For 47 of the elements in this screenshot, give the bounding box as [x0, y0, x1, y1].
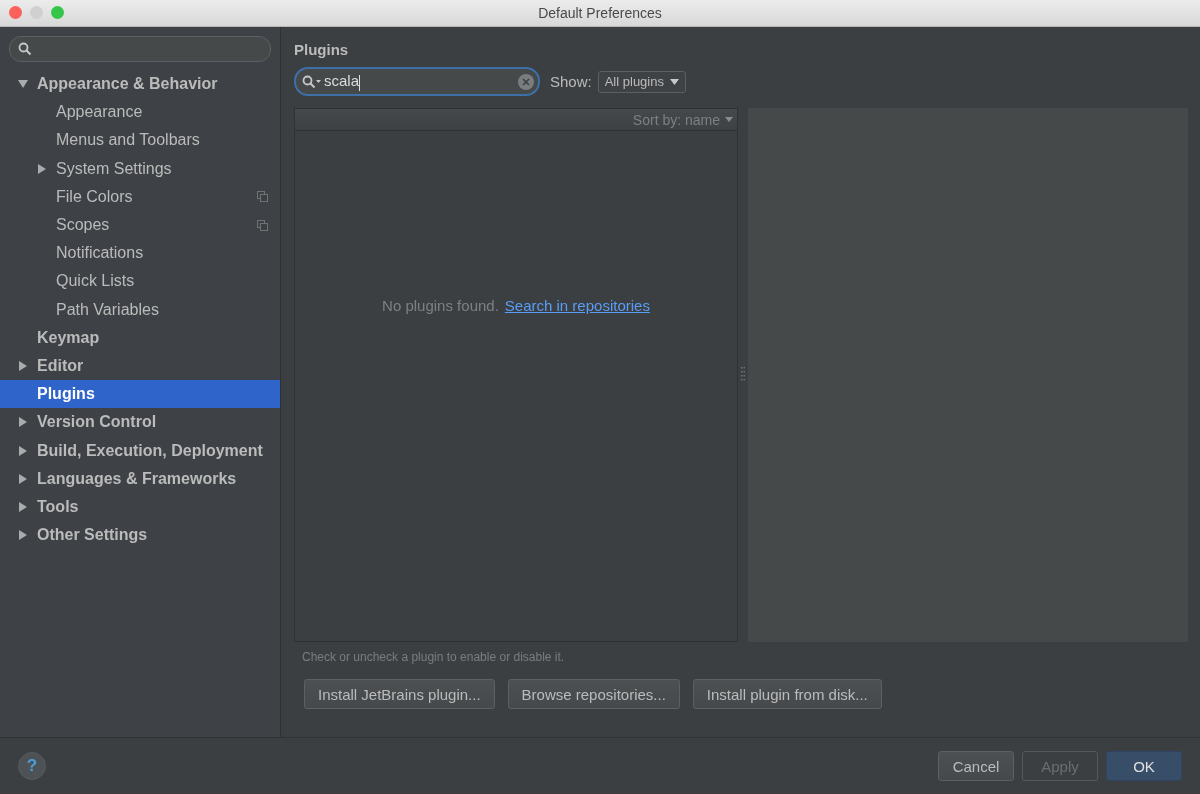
close-button[interactable] [9, 6, 22, 19]
search-icon [18, 42, 32, 56]
tree-item[interactable]: Version Control [0, 408, 280, 437]
tree-item[interactable]: Editor [0, 351, 280, 381]
tree-item[interactable]: Path Variables [0, 295, 280, 324]
tree-item[interactable]: Keymap [0, 323, 280, 352]
tree-item[interactable]: Languages & Frameworks [0, 464, 280, 493]
collapsed-arrow-icon[interactable] [18, 417, 28, 428]
collapsed-arrow-icon[interactable] [18, 445, 28, 456]
tree-item[interactable]: Quick Lists [0, 267, 280, 296]
window-title: Default Preferences [538, 5, 662, 21]
search-text: scala [324, 72, 360, 90]
ok-button[interactable]: OK [1106, 751, 1182, 781]
expanded-arrow-icon[interactable] [18, 79, 28, 90]
tree-item[interactable]: Build, Execution, Deployment [0, 436, 280, 465]
show-label: Show: [550, 73, 592, 90]
tree-item[interactable]: Other Settings [0, 521, 280, 550]
collapsed-arrow-icon[interactable] [18, 473, 28, 484]
tree-item[interactable]: Appearance [0, 98, 280, 127]
search-repositories-link[interactable]: Search in repositories [504, 297, 650, 314]
search-field[interactable] [9, 36, 271, 62]
collapsed-arrow-icon[interactable] [18, 530, 28, 541]
help-button[interactable]: ? [18, 752, 46, 780]
page-title: Plugins [294, 41, 350, 60]
search-field[interactable]: scala [294, 67, 540, 96]
caret-icon [669, 78, 679, 85]
collapsed-arrow-icon[interactable] [37, 163, 47, 174]
clear-icon[interactable] [518, 73, 534, 90]
install-button[interactable]: Install JetBrains plugin... [304, 679, 495, 709]
hint-text: Check or uncheck a plugin to enable or disable it. [302, 650, 566, 664]
dialog-button[interactable]: Cancel [938, 751, 1014, 781]
tree-item[interactable]: Menus and Toolbars [0, 126, 280, 155]
empty-message: No plugins found. [382, 297, 499, 314]
install-button[interactable]: Browse repositories... [507, 679, 680, 709]
install-button[interactable]: Install plugin from disk... [692, 679, 882, 709]
search-icon [302, 74, 322, 89]
collapsed-arrow-icon[interactable] [18, 501, 28, 512]
caret-icon [725, 117, 733, 122]
tree-item[interactable]: System Settings [0, 154, 280, 183]
collapsed-arrow-icon[interactable] [18, 360, 28, 371]
tree-item[interactable]: File Colors [0, 182, 280, 211]
tree-item[interactable]: Appearance & Behavior [0, 70, 280, 99]
tree-item[interactable]: Notifications [0, 239, 280, 268]
show-dropdown[interactable]: All plugins [597, 70, 686, 93]
tree-item[interactable]: Scopes [0, 210, 280, 240]
tree-item[interactable]: Tools [0, 492, 280, 521]
tree-item[interactable]: Plugins [0, 380, 280, 409]
